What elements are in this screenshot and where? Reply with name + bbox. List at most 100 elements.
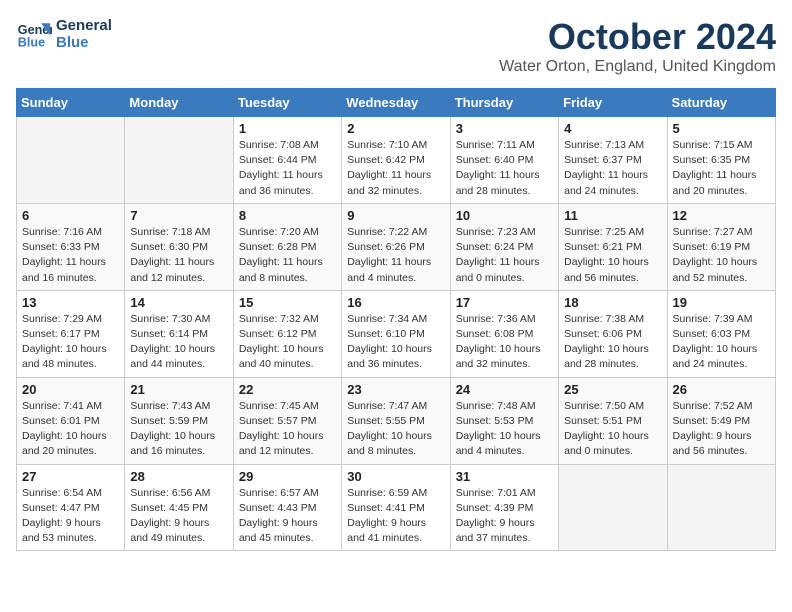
day-number: 20 (22, 382, 119, 397)
day-number: 19 (673, 295, 770, 310)
day-info: Sunrise: 7:01 AM Sunset: 4:39 PM Dayligh… (456, 486, 553, 547)
day-cell: 14 Sunrise: 7:30 AM Sunset: 6:14 PM Dayli… (125, 290, 233, 377)
day-number: 10 (456, 208, 553, 223)
col-header-sunday: Sunday (17, 89, 125, 117)
day-number: 28 (130, 469, 227, 484)
day-info: Sunrise: 7:32 AM Sunset: 6:12 PM Dayligh… (239, 312, 336, 373)
day-number: 18 (564, 295, 661, 310)
day-info: Sunrise: 6:59 AM Sunset: 4:41 PM Dayligh… (347, 486, 444, 547)
day-cell: 21 Sunrise: 7:43 AM Sunset: 5:59 PM Dayli… (125, 377, 233, 464)
title-block: October 2024 Water Orton, England, Unite… (499, 16, 776, 76)
day-number: 21 (130, 382, 227, 397)
day-number: 27 (22, 469, 119, 484)
day-number: 14 (130, 295, 227, 310)
day-info: Sunrise: 7:29 AM Sunset: 6:17 PM Dayligh… (22, 312, 119, 373)
day-cell: 18 Sunrise: 7:38 AM Sunset: 6:06 PM Dayli… (559, 290, 667, 377)
day-info: Sunrise: 7:50 AM Sunset: 5:51 PM Dayligh… (564, 399, 661, 460)
day-cell: 8 Sunrise: 7:20 AM Sunset: 6:28 PM Daylig… (233, 203, 341, 290)
day-info: Sunrise: 7:27 AM Sunset: 6:19 PM Dayligh… (673, 225, 770, 286)
day-cell: 9 Sunrise: 7:22 AM Sunset: 6:26 PM Daylig… (342, 203, 450, 290)
day-cell: 29 Sunrise: 6:57 AM Sunset: 4:43 PM Dayli… (233, 464, 341, 551)
day-info: Sunrise: 7:22 AM Sunset: 6:26 PM Dayligh… (347, 225, 444, 286)
svg-text:Blue: Blue (18, 36, 45, 50)
day-number: 13 (22, 295, 119, 310)
col-header-tuesday: Tuesday (233, 89, 341, 117)
day-cell: 12 Sunrise: 7:27 AM Sunset: 6:19 PM Dayli… (667, 203, 775, 290)
day-info: Sunrise: 7:47 AM Sunset: 5:55 PM Dayligh… (347, 399, 444, 460)
day-cell: 20 Sunrise: 7:41 AM Sunset: 6:01 PM Dayli… (17, 377, 125, 464)
day-cell: 17Sunrise: 7:36 AM Sunset: 6:08 PM Dayli… (450, 290, 558, 377)
logo-general: General (56, 17, 112, 34)
col-header-saturday: Saturday (667, 89, 775, 117)
day-cell: 4 Sunrise: 7:13 AM Sunset: 6:37 PM Daylig… (559, 117, 667, 204)
day-info: Sunrise: 6:54 AM Sunset: 4:47 PM Dayligh… (22, 486, 119, 547)
day-cell: 5 Sunrise: 7:15 AM Sunset: 6:35 PM Daylig… (667, 117, 775, 204)
day-number: 26 (673, 382, 770, 397)
day-cell: 31Sunrise: 7:01 AM Sunset: 4:39 PM Dayli… (450, 464, 558, 551)
calendar-header-row: SundayMondayTuesdayWednesdayThursdayFrid… (17, 89, 776, 117)
day-number: 24 (456, 382, 553, 397)
day-cell: 7 Sunrise: 7:18 AM Sunset: 6:30 PM Daylig… (125, 203, 233, 290)
day-info: Sunrise: 7:25 AM Sunset: 6:21 PM Dayligh… (564, 225, 661, 286)
day-info: Sunrise: 7:52 AM Sunset: 5:49 PM Dayligh… (673, 399, 770, 460)
day-number: 11 (564, 208, 661, 223)
day-number: 9 (347, 208, 444, 223)
week-row-2: 6 Sunrise: 7:16 AM Sunset: 6:33 PM Daylig… (17, 203, 776, 290)
day-info: Sunrise: 6:56 AM Sunset: 4:45 PM Dayligh… (130, 486, 227, 547)
day-info: Sunrise: 7:20 AM Sunset: 6:28 PM Dayligh… (239, 225, 336, 286)
day-number: 16 (347, 295, 444, 310)
day-info: Sunrise: 7:11 AM Sunset: 6:40 PM Dayligh… (456, 138, 553, 199)
day-info: Sunrise: 7:41 AM Sunset: 6:01 PM Dayligh… (22, 399, 119, 460)
day-number: 7 (130, 208, 227, 223)
day-number: 12 (673, 208, 770, 223)
col-header-thursday: Thursday (450, 89, 558, 117)
day-info: Sunrise: 7:45 AM Sunset: 5:57 PM Dayligh… (239, 399, 336, 460)
day-cell: 11 Sunrise: 7:25 AM Sunset: 6:21 PM Dayli… (559, 203, 667, 290)
day-number: 3 (456, 121, 553, 136)
day-cell (667, 464, 775, 551)
day-number: 5 (673, 121, 770, 136)
day-number: 29 (239, 469, 336, 484)
day-cell: 1Sunrise: 7:08 AM Sunset: 6:44 PM Daylig… (233, 117, 341, 204)
day-number: 8 (239, 208, 336, 223)
day-cell: 10 Sunrise: 7:23 AM Sunset: 6:24 PM Dayli… (450, 203, 558, 290)
day-cell: 22 Sunrise: 7:45 AM Sunset: 5:57 PM Dayli… (233, 377, 341, 464)
day-info: Sunrise: 6:57 AM Sunset: 4:43 PM Dayligh… (239, 486, 336, 547)
day-info: Sunrise: 7:43 AM Sunset: 5:59 PM Dayligh… (130, 399, 227, 460)
col-header-friday: Friday (559, 89, 667, 117)
week-row-1: 1Sunrise: 7:08 AM Sunset: 6:44 PM Daylig… (17, 117, 776, 204)
day-cell: 6 Sunrise: 7:16 AM Sunset: 6:33 PM Daylig… (17, 203, 125, 290)
day-info: Sunrise: 7:15 AM Sunset: 6:35 PM Dayligh… (673, 138, 770, 199)
day-cell: 3 Sunrise: 7:11 AM Sunset: 6:40 PM Daylig… (450, 117, 558, 204)
day-info: Sunrise: 7:30 AM Sunset: 6:14 PM Dayligh… (130, 312, 227, 373)
day-info: Sunrise: 7:36 AM Sunset: 6:08 PM Dayligh… (456, 312, 553, 373)
page-header: General Blue General Blue October 2024 W… (16, 16, 776, 76)
day-cell: 15Sunrise: 7:32 AM Sunset: 6:12 PM Dayli… (233, 290, 341, 377)
day-info: Sunrise: 7:13 AM Sunset: 6:37 PM Dayligh… (564, 138, 661, 199)
day-number: 23 (347, 382, 444, 397)
day-info: Sunrise: 7:18 AM Sunset: 6:30 PM Dayligh… (130, 225, 227, 286)
week-row-3: 13 Sunrise: 7:29 AM Sunset: 6:17 PM Dayli… (17, 290, 776, 377)
day-number: 6 (22, 208, 119, 223)
day-cell: 19 Sunrise: 7:39 AM Sunset: 6:03 PM Dayli… (667, 290, 775, 377)
day-info: Sunrise: 7:39 AM Sunset: 6:03 PM Dayligh… (673, 312, 770, 373)
day-number: 30 (347, 469, 444, 484)
week-row-5: 27 Sunrise: 6:54 AM Sunset: 4:47 PM Dayli… (17, 464, 776, 551)
day-cell: 30 Sunrise: 6:59 AM Sunset: 4:41 PM Dayli… (342, 464, 450, 551)
day-number: 1 (239, 121, 336, 136)
day-info: Sunrise: 7:10 AM Sunset: 6:42 PM Dayligh… (347, 138, 444, 199)
day-cell (125, 117, 233, 204)
day-info: Sunrise: 7:23 AM Sunset: 6:24 PM Dayligh… (456, 225, 553, 286)
day-cell: 25Sunrise: 7:50 AM Sunset: 5:51 PM Dayli… (559, 377, 667, 464)
day-number: 4 (564, 121, 661, 136)
day-cell: 27 Sunrise: 6:54 AM Sunset: 4:47 PM Dayli… (17, 464, 125, 551)
day-cell (559, 464, 667, 551)
logo-icon: General Blue (16, 16, 52, 52)
day-number: 2 (347, 121, 444, 136)
day-cell: 23 Sunrise: 7:47 AM Sunset: 5:55 PM Dayli… (342, 377, 450, 464)
day-info: Sunrise: 7:16 AM Sunset: 6:33 PM Dayligh… (22, 225, 119, 286)
day-info: Sunrise: 7:38 AM Sunset: 6:06 PM Dayligh… (564, 312, 661, 373)
day-cell: 16Sunrise: 7:34 AM Sunset: 6:10 PM Dayli… (342, 290, 450, 377)
day-number: 22 (239, 382, 336, 397)
col-header-monday: Monday (125, 89, 233, 117)
